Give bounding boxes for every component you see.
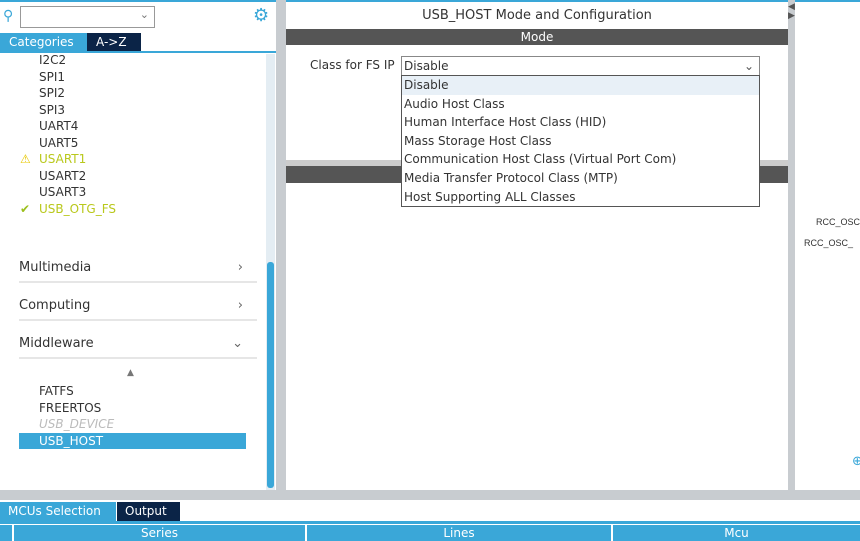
list-item-usart2[interactable]: USART2 <box>39 168 86 184</box>
list-item-fatfs[interactable]: FATFS <box>39 383 74 399</box>
warning-icon: ⚠ <box>20 152 31 166</box>
chevron-down-icon[interactable]: ⌄ <box>140 8 149 21</box>
option-mtp[interactable]: Media Transfer Protocol Class (MTP) <box>402 169 759 188</box>
list-item-i2c2[interactable]: I2C2 <box>39 52 66 68</box>
pin-label: RCC_OSC <box>816 217 860 227</box>
option-audio[interactable]: Audio Host Class <box>402 95 759 114</box>
panel-title: USB_HOST Mode and Configuration <box>422 8 652 23</box>
category-computing[interactable]: Computing › <box>19 291 257 321</box>
list-item-spi2[interactable]: SPI2 <box>39 85 65 101</box>
chevron-right-icon: › <box>237 298 243 313</box>
list-item-freertos[interactable]: FREERTOS <box>39 400 101 416</box>
column-series[interactable]: Series <box>12 525 305 541</box>
sort-icon[interactable]: ▲ <box>127 368 134 378</box>
tab-output[interactable]: Output <box>117 502 180 521</box>
list-item-spi1[interactable]: SPI1 <box>39 69 65 85</box>
gear-icon[interactable]: ⚙ <box>253 5 269 26</box>
list-item-spi3[interactable]: SPI3 <box>39 102 65 118</box>
chevron-right-icon: › <box>237 260 243 275</box>
list-item-uart5[interactable]: UART5 <box>39 135 78 151</box>
mode-header: Mode <box>286 29 788 45</box>
tab-a-z[interactable]: A->Z <box>87 33 141 51</box>
option-cdc[interactable]: Communication Host Class (Virtual Port C… <box>402 150 759 169</box>
table-header: Series Lines Mcu <box>0 525 860 541</box>
chevron-down-icon: ⌄ <box>232 336 243 351</box>
option-all[interactable]: Host Supporting ALL Classes <box>402 188 759 207</box>
category-middleware[interactable]: Middleware ⌄ <box>19 329 257 359</box>
class-dropdown-list: Disable Audio Host Class Human Interface… <box>401 75 760 207</box>
pin-label: RCC_OSC_ <box>804 238 854 248</box>
option-msc[interactable]: Mass Storage Host Class <box>402 132 759 151</box>
list-item-usb-otg-fs[interactable]: ✔ USB_OTG_FS <box>20 201 117 217</box>
column-lines[interactable]: Lines <box>305 525 611 541</box>
tab-categories[interactable]: Categories <box>0 33 87 51</box>
list-item-usart1[interactable]: ⚠ USART1 <box>20 151 87 167</box>
pinout-sidebar: ⚲ ⌄ ⚙ Categories A->Z I2C2 SPI1 SPI2 SPI… <box>0 0 276 490</box>
option-disable[interactable]: Disable <box>402 76 759 95</box>
tab-mcus-selection[interactable]: MCUs Selection <box>0 502 116 521</box>
category-label: Multimedia <box>19 260 92 275</box>
option-hid[interactable]: Human Interface Host Class (HID) <box>402 113 759 132</box>
bottom-panel: MCUs Selection Output Series Lines Mcu <box>0 500 860 541</box>
pinout-view: RCC_OSC RCC_OSC_ ⊕ <box>795 0 860 490</box>
search-icon: ⚲ <box>3 8 14 24</box>
scrollbar-thumb[interactable] <box>267 262 274 488</box>
selected-value: Disable <box>404 59 449 73</box>
column-mcu[interactable]: Mcu <box>611 525 860 541</box>
list-item-usb-device[interactable]: USB_DEVICE <box>39 416 114 432</box>
class-select[interactable]: Disable ⌄ <box>401 56 760 76</box>
item-label: USART1 <box>39 152 87 166</box>
category-multimedia[interactable]: Multimedia › <box>19 253 257 283</box>
list-item-uart4[interactable]: UART4 <box>39 118 78 134</box>
item-label: USB_OTG_FS <box>39 202 117 216</box>
zoom-icon[interactable]: ⊕ <box>852 454 860 469</box>
collapse-arrows-icon[interactable]: ◀ ▶ <box>788 3 795 21</box>
class-label: Class for FS IP <box>310 58 395 72</box>
search-input[interactable]: ⌄ <box>20 6 155 28</box>
list-item-usart3[interactable]: USART3 <box>39 184 86 200</box>
category-label: Computing <box>19 298 91 313</box>
category-label: Middleware <box>19 336 94 351</box>
list-item-usb-host[interactable]: USB_HOST <box>19 433 246 449</box>
chevron-down-icon[interactable]: ⌄ <box>744 57 754 75</box>
mode-configuration-panel: USB_HOST Mode and Configuration Mode Cla… <box>286 0 788 490</box>
tab-underline <box>0 521 860 524</box>
check-icon: ✔ <box>20 202 31 216</box>
